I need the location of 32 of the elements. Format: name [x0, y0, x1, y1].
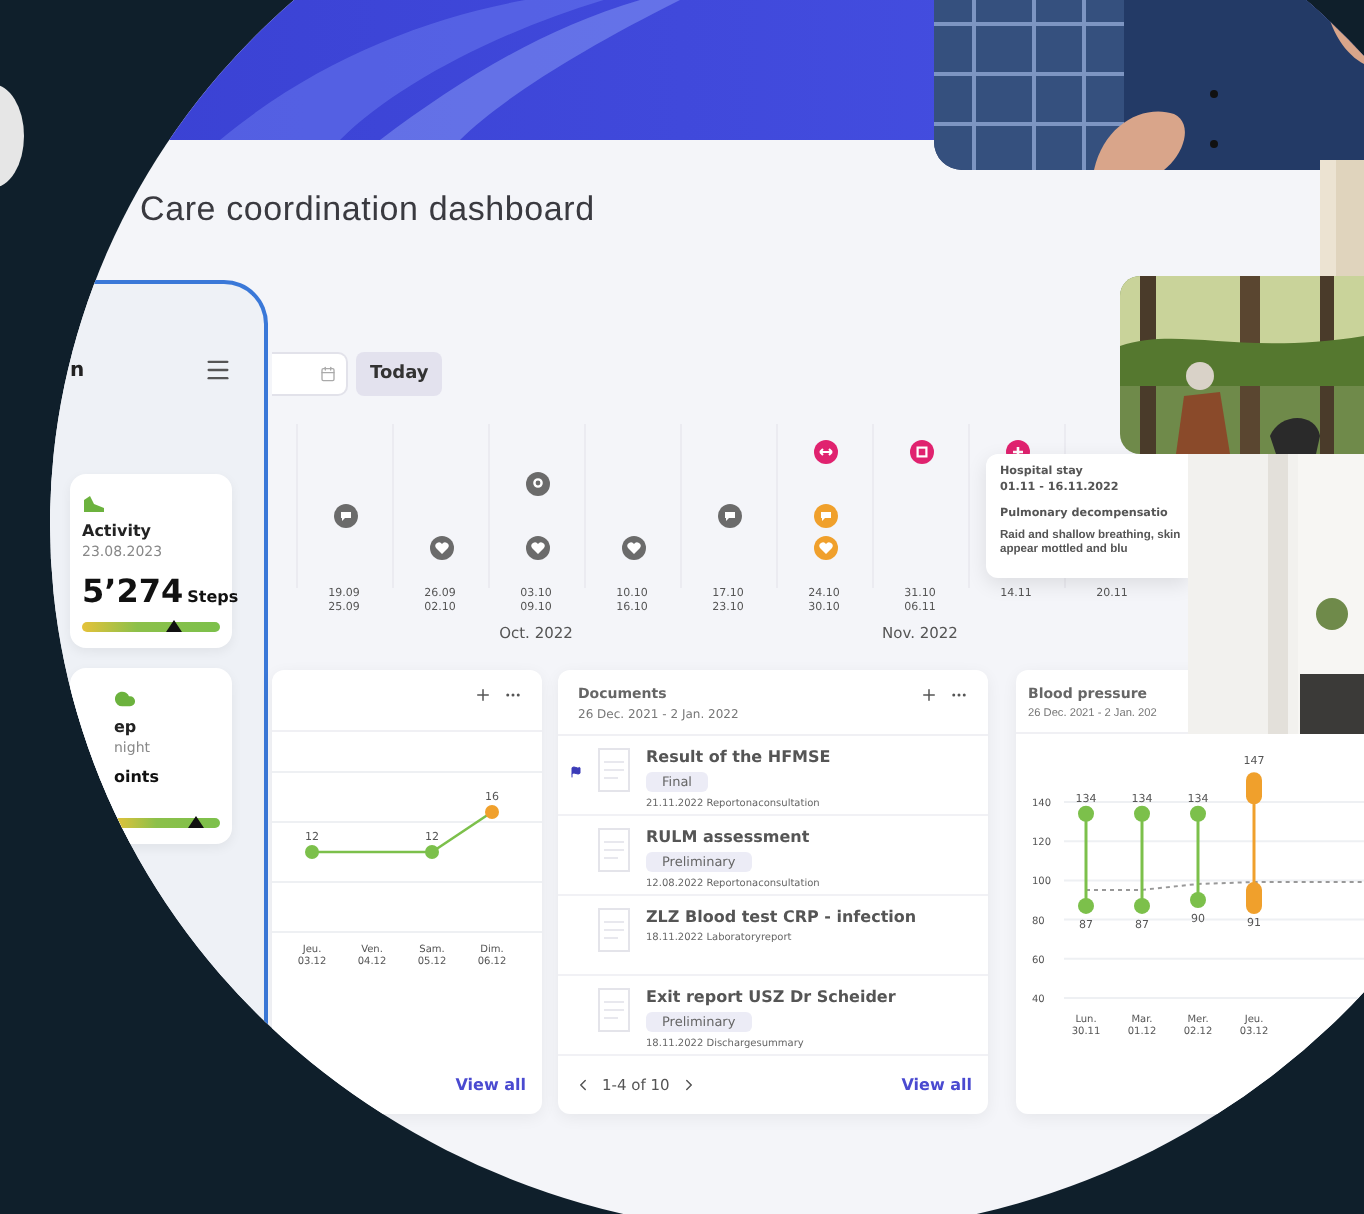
heart-icon[interactable]: [621, 536, 645, 560]
document-title[interactable]: Result of the HFMSE: [646, 748, 831, 766]
shoe-icon: [82, 494, 106, 514]
today-button[interactable]: Today: [356, 352, 443, 396]
document-title[interactable]: ZLZ Blood test CRP - infection: [646, 908, 917, 926]
document-title[interactable]: Exit report USZ Dr Scheider: [646, 988, 896, 1006]
view-all-link[interactable]: View all: [901, 1076, 972, 1094]
heart-icon[interactable]: [429, 536, 453, 560]
previous-icon[interactable]: [574, 1076, 592, 1094]
pin-icon[interactable]: [525, 472, 549, 496]
document-icon: [598, 988, 630, 1032]
menu-icon[interactable]: [204, 356, 232, 384]
phone-title: n: [70, 359, 85, 381]
heart-icon[interactable]: [525, 536, 549, 560]
square-icon[interactable]: [909, 440, 933, 464]
chat-icon[interactable]: [333, 504, 357, 528]
transfer-icon[interactable]: [813, 440, 837, 464]
card-value: oints: [114, 768, 160, 786]
document-icon: [598, 828, 630, 872]
cloud-icon: [114, 688, 136, 710]
card-label: ep: [114, 718, 139, 736]
chat-icon[interactable]: [717, 504, 741, 528]
card-label: Activity: [82, 522, 153, 540]
document-title[interactable]: RULM assessment: [646, 828, 820, 846]
document-icon: [598, 748, 630, 792]
view-all-link[interactable]: View all: [455, 1076, 526, 1094]
date-field[interactable]: [272, 352, 348, 396]
page-title: Care coordination dashboard: [140, 190, 595, 230]
document-icon: [598, 908, 630, 952]
card-value: 5’274: [82, 572, 184, 610]
add-icon[interactable]: [474, 686, 492, 704]
add-icon[interactable]: [920, 686, 938, 704]
